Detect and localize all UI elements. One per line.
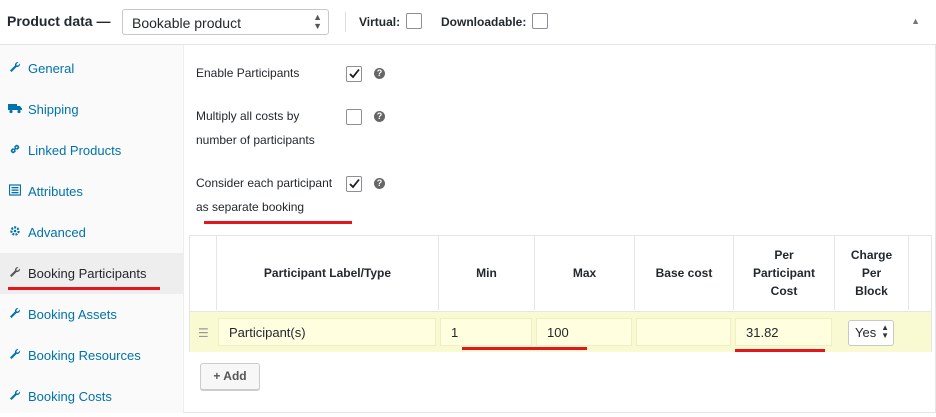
tab-general[interactable]: General bbox=[0, 48, 183, 89]
drag-handle-icon[interactable]: ☰ bbox=[198, 326, 209, 340]
help-icon[interactable]: ? bbox=[374, 111, 385, 122]
downloadable-checkbox[interactable] bbox=[532, 13, 548, 29]
select-arrows-icon: ▲ ▼ bbox=[881, 323, 889, 340]
virtual-checkbox[interactable] bbox=[406, 13, 422, 29]
col-header-label-type: Participant Label/Type bbox=[216, 236, 438, 310]
help-icon[interactable]: ? bbox=[374, 68, 385, 79]
collapse-toggle-icon[interactable]: ▲ bbox=[911, 16, 920, 26]
participant-base-cost-input[interactable] bbox=[636, 318, 731, 346]
participants-table: Participant Label/Type Min Max Base cost… bbox=[189, 235, 932, 352]
annotation-underline bbox=[462, 347, 587, 350]
annotation-underline bbox=[204, 221, 352, 224]
downloadable-label: Downloadable: bbox=[441, 15, 527, 29]
col-header-max: Max bbox=[534, 236, 634, 310]
truck-icon bbox=[8, 102, 22, 116]
enable-participants-label: Enable Participants bbox=[196, 66, 300, 80]
list-icon bbox=[8, 184, 22, 198]
tab-label: Advanced bbox=[28, 225, 86, 240]
select-arrows-icon: ▲ ▼ bbox=[313, 12, 322, 31]
multiply-costs-label-line2: number of participants bbox=[196, 133, 315, 147]
tab-label: Linked Products bbox=[28, 143, 122, 158]
col-header-charge-per-block: Charge Per Block bbox=[834, 236, 908, 310]
tab-booking-costs[interactable]: Booking Costs bbox=[0, 376, 183, 417]
participant-cost-input[interactable]: 31.82 bbox=[735, 318, 832, 346]
virtual-label: Virtual: bbox=[359, 15, 401, 29]
tab-label: Booking Participants bbox=[28, 266, 147, 281]
tab-booking-resources[interactable]: Booking Resources bbox=[0, 335, 183, 376]
add-participant-button[interactable]: + Add bbox=[200, 363, 260, 390]
header-divider bbox=[345, 12, 346, 32]
product-type-value: Bookable product bbox=[132, 15, 241, 31]
col-header-base-cost: Base cost bbox=[634, 236, 733, 310]
annotation-underline bbox=[8, 287, 160, 290]
col-header-min: Min bbox=[438, 236, 534, 310]
product-data-tabs: General Shipping Linked Products Attribu… bbox=[0, 45, 184, 413]
separate-booking-label-line2: as separate booking bbox=[196, 200, 305, 214]
annotation-underline bbox=[735, 349, 825, 352]
tab-booking-assets[interactable]: Booking Assets bbox=[0, 294, 183, 335]
gear-icon bbox=[8, 225, 22, 239]
separate-booking-checkbox[interactable] bbox=[346, 176, 362, 192]
link-icon bbox=[8, 143, 22, 157]
product-data-header: Product data — Bookable product ▲ ▼ Virtu… bbox=[0, 0, 936, 45]
wrench-icon bbox=[8, 348, 22, 362]
wrench-icon bbox=[8, 307, 22, 321]
participant-max-input[interactable]: 100 bbox=[536, 318, 632, 346]
tab-label: Booking Resources bbox=[28, 348, 141, 363]
col-header-actions bbox=[908, 236, 931, 310]
wrench-icon bbox=[8, 389, 22, 403]
tab-label: Booking Assets bbox=[28, 307, 117, 322]
wrench-icon bbox=[8, 61, 22, 75]
tab-advanced[interactable]: Advanced bbox=[0, 212, 183, 253]
tab-label: Attributes bbox=[28, 184, 83, 199]
participant-min-input[interactable]: 1 bbox=[440, 318, 532, 346]
tab-shipping[interactable]: Shipping bbox=[0, 89, 183, 130]
enable-participants-checkbox[interactable] bbox=[346, 66, 362, 82]
separate-booking-label-line1: Consider each participant bbox=[196, 176, 333, 190]
charge-per-block-select[interactable]: Yes ▲ ▼ bbox=[848, 320, 894, 346]
help-icon[interactable]: ? bbox=[374, 178, 385, 189]
participant-label-input[interactable]: Participant(s) bbox=[218, 318, 436, 346]
col-header-per-participant-cost: Per Participant Cost bbox=[733, 236, 834, 310]
wrench-icon bbox=[8, 266, 22, 280]
tab-label: Booking Costs bbox=[28, 389, 112, 404]
tab-label: Shipping bbox=[28, 102, 79, 117]
multiply-costs-label-line1: Multiply all costs by bbox=[196, 109, 300, 123]
charge-per-block-value: Yes bbox=[855, 325, 877, 340]
tab-linked-products[interactable]: Linked Products bbox=[0, 130, 183, 171]
tab-label: General bbox=[28, 61, 75, 76]
panel-title: Product data — bbox=[7, 13, 111, 29]
multiply-costs-checkbox[interactable] bbox=[346, 109, 362, 125]
tab-attributes[interactable]: Attributes bbox=[0, 171, 183, 212]
table-row: ☰ Participant(s) 1 100 31.82 Yes ▲ ▼ bbox=[190, 311, 931, 352]
product-type-select[interactable]: Bookable product ▲ ▼ bbox=[122, 9, 329, 35]
